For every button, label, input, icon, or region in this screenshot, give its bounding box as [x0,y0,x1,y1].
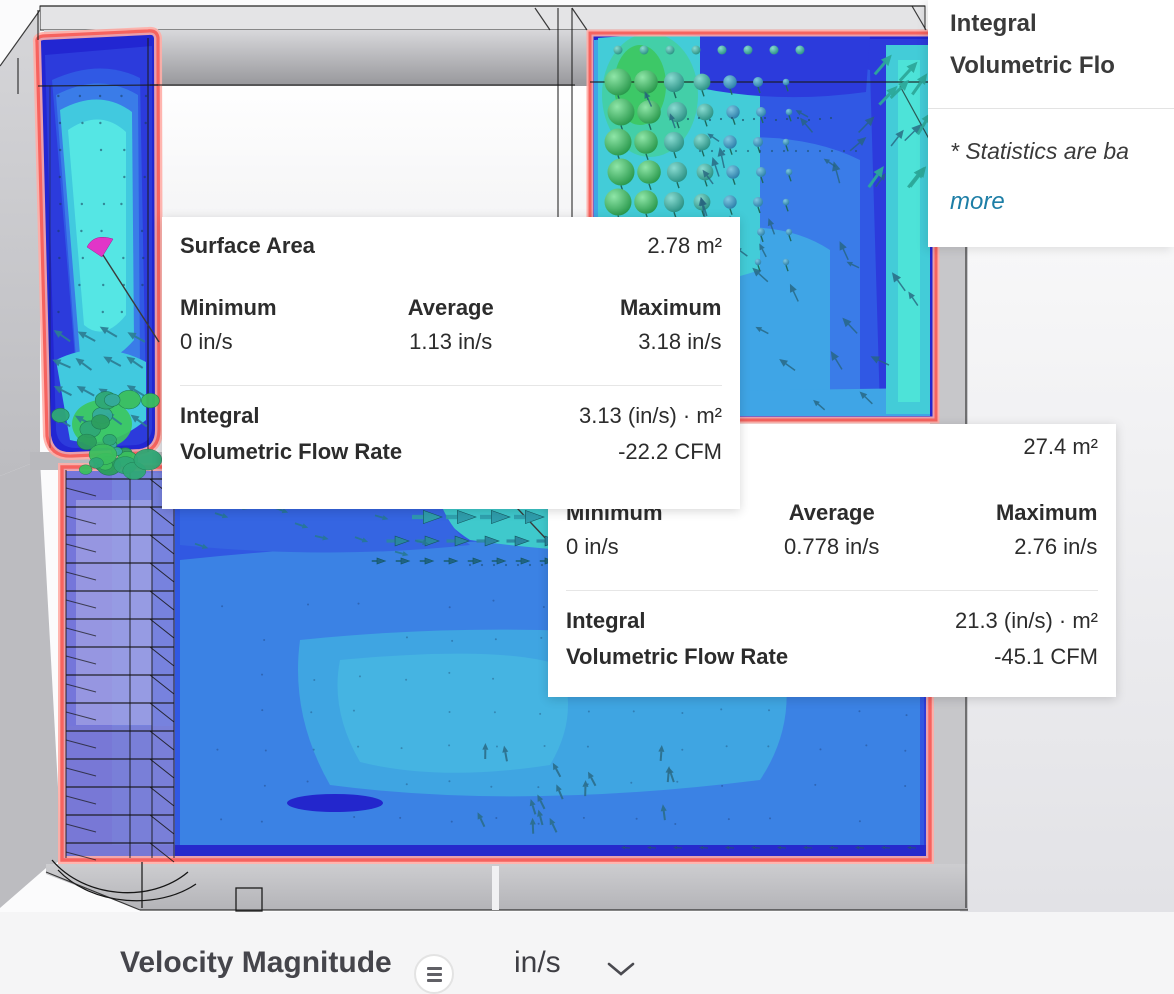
integral-row: Integral Volumetric Flow Rate 21.3 (in/s… [566,603,1098,675]
average-value: 1.13 in/s [409,328,493,354]
integral-value: 3.13 (in/s) · m² [578,403,722,429]
maximum-value: 2.76 in/s [1014,533,1098,559]
minimum-label: Minimum [180,295,277,321]
legend-menu-button[interactable] [414,954,454,994]
volumetric-label: Volumetric Flow Rate [180,439,403,465]
surface-area-label: Surface Area [180,233,315,258]
surface-stats-card-1: Surface Area 2.78 m² Minimum 0 in/s Aver… [162,217,740,509]
unit-dropdown[interactable]: in/s [514,946,561,980]
average-label: Average [788,500,875,526]
integral-row: Integral Volumetric Flow Rate 3.13 (in/s… [180,398,722,470]
maximum-label: Maximum [619,295,722,321]
chevron-down-icon[interactable] [606,960,638,978]
min-avg-max-row: Minimum 0 in/s Average 1.13 in/s Maximum… [180,295,722,355]
card-divider [928,108,1174,109]
info-title-line2: Volumetric Flo [950,52,1115,79]
legend-bar: Velocity Magnitude in/s [0,912,1174,994]
surface-area-value: 2.78 m² [647,233,722,258]
integral-label: Integral [180,403,260,429]
info-title-line1: Integral [950,10,1037,37]
card-divider [180,385,722,387]
card-divider [566,590,1098,592]
maximum-value: 3.18 in/s [638,328,722,354]
surface-area-row: Surface Area 2.78 m² [180,233,722,259]
volumetric-value: -22.2 CFM [618,439,722,465]
volumetric-value: -45.1 CFM [994,644,1098,670]
maximum-label: Maximum [995,500,1098,526]
menu-lines-icon [426,966,442,970]
integral-value: 21.3 (in/s) · m² [954,608,1098,634]
minimum-value: 0 in/s [566,533,619,559]
volumetric-label: Volumetric Flow Rate [566,644,789,670]
legend-field-title: Velocity Magnitude [120,946,392,979]
average-label: Average [407,295,494,321]
integral-info-card: Integral Volumetric Flo * Statistics are… [928,0,1174,247]
min-avg-max-row: Minimum 0 in/s Average 0.778 in/s Maximu… [566,500,1098,560]
minimum-value: 0 in/s [180,328,233,354]
surface-area-value: 27.4 m² [1023,434,1098,459]
statistics-note: * Statistics are ba [950,138,1129,164]
average-value: 0.778 in/s [784,533,880,559]
more-link[interactable]: more [950,188,1005,217]
integral-label: Integral [566,608,646,634]
